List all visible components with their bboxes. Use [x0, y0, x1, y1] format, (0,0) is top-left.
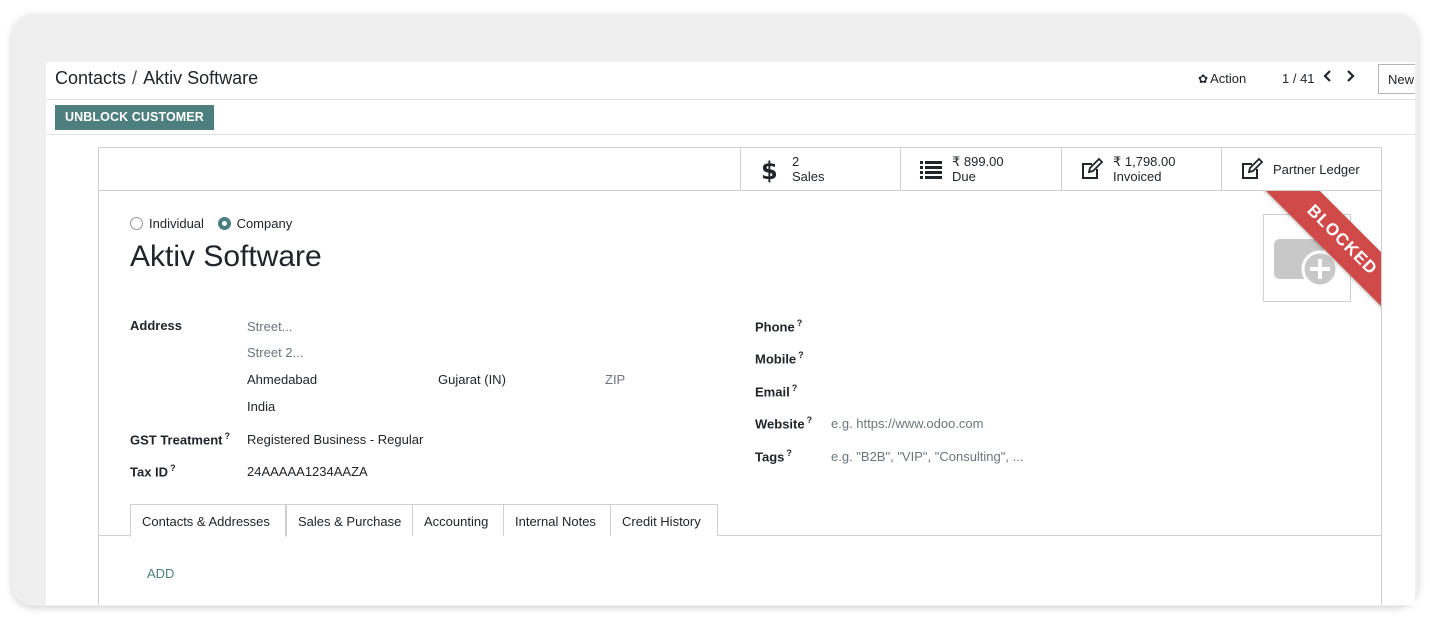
mobile-label: Mobile?	[755, 350, 804, 366]
add-contact-button[interactable]: ADD	[147, 566, 174, 581]
address-label: Address	[130, 318, 183, 333]
tab-accounting[interactable]: Accounting	[412, 504, 504, 536]
due-label: Due	[952, 169, 976, 184]
radio-checked-icon	[217, 217, 231, 230]
breadcrumb-current: Aktiv Software	[143, 68, 259, 88]
state-field[interactable]: Gujarat (IN)	[438, 372, 506, 387]
website-label-text: Website	[755, 416, 805, 432]
control-panel: Contacts / Aktiv Software ✿ Action 1 / 41 N…	[46, 62, 1415, 100]
gst-treatment-field[interactable]: Registered Business - Regular	[247, 432, 423, 447]
blocked-ribbon-label: BLOCKED	[1257, 191, 1381, 325]
radio-company[interactable]: Company	[217, 216, 303, 231]
action-label: Action	[1210, 71, 1247, 86]
due-amount: ₹ 899.00	[952, 154, 1004, 169]
tab-sales-purchase[interactable]: Sales & Purchase	[286, 504, 413, 536]
tab-credit-history[interactable]: Credit History	[610, 504, 718, 536]
email-label: Email?	[755, 383, 797, 399]
svg-text:$: $	[761, 157, 778, 183]
city-field[interactable]: Ahmedabad	[247, 372, 317, 387]
help-tooltip-icon[interactable]: ?	[792, 383, 798, 393]
sales-label: Sales	[792, 169, 825, 184]
tax-id-label-text: Tax ID	[130, 464, 169, 480]
list-icon	[919, 157, 943, 186]
breadcrumb: Contacts / Aktiv Software	[55, 68, 258, 89]
pager-next-button[interactable]	[1344, 68, 1356, 86]
smart-button-box: $ 2 Sales ₹ 899.00 Due ₹ 1,798.00 Invoic…	[99, 148, 1381, 191]
breadcrumb-contacts-link[interactable]: Contacts	[55, 68, 126, 88]
phone-label-text: Phone	[755, 319, 795, 335]
country-field[interactable]: India	[247, 399, 275, 414]
due-smart-button[interactable]: ₹ 899.00 Due	[900, 148, 1061, 191]
gst-treatment-label-text: GST Treatment	[130, 432, 223, 448]
tags-label-text: Tags	[755, 449, 785, 465]
help-tooltip-icon[interactable]: ?	[224, 431, 230, 441]
street2-field[interactable]: Street 2...	[247, 345, 303, 360]
tab-internal-notes[interactable]: Internal Notes	[503, 504, 611, 536]
invoiced-label: Invoiced	[1113, 169, 1162, 184]
radio-company-label: Company	[236, 216, 293, 231]
sales-smart-button[interactable]: $ 2 Sales	[740, 148, 901, 191]
app-window-frame: Contacts / Aktiv Software ✿ Action 1 / 41 N…	[12, 14, 1418, 606]
pager-value[interactable]: 1 / 41	[1282, 71, 1315, 86]
pencil-square-icon	[1240, 157, 1264, 186]
tab-contacts-addresses[interactable]: Contacts & Addresses	[130, 504, 286, 537]
website-field[interactable]: e.g. https://www.odoo.com	[831, 416, 983, 431]
breadcrumb-separator: /	[132, 68, 138, 88]
tags-label: Tags?	[755, 448, 792, 464]
partner-name-field[interactable]: Aktiv Software	[130, 240, 322, 274]
tax-id-label: Tax ID?	[130, 463, 176, 479]
phone-label: Phone?	[755, 318, 802, 334]
blocked-ribbon: BLOCKED	[1241, 191, 1381, 331]
pager-previous-button[interactable]	[1322, 68, 1334, 86]
new-button[interactable]: New	[1378, 64, 1415, 94]
form-view: Contacts / Aktiv Software ✿ Action 1 / 41 N…	[46, 62, 1415, 605]
partner-ledger-smart-button[interactable]: Partner Ledger	[1221, 148, 1381, 191]
chevron-left-icon	[1323, 70, 1331, 82]
street-field[interactable]: Street...	[247, 319, 293, 334]
gear-icon: ✿	[1198, 72, 1209, 86]
help-tooltip-icon[interactable]: ?	[170, 463, 176, 473]
partner-ledger-label: Partner Ledger	[1273, 162, 1360, 177]
action-menu-button[interactable]: ✿ Action	[1198, 71, 1246, 86]
chevron-right-icon	[1347, 70, 1355, 82]
email-label-text: Email	[755, 384, 790, 400]
invoiced-smart-button[interactable]: ₹ 1,798.00 Invoiced	[1061, 148, 1222, 191]
notebook-tabs: Contacts & Addresses Sales & Purchase Ac…	[99, 504, 1381, 537]
help-tooltip-icon[interactable]: ?	[797, 318, 803, 328]
radio-individual-label: Individual	[149, 216, 204, 231]
dollar-icon: $	[759, 157, 779, 188]
sales-count: 2	[792, 154, 800, 169]
tags-field[interactable]: e.g. "B2B", "VIP", "Consulting", ...	[831, 449, 1023, 464]
statusbar: UNBLOCK CUSTOMER	[46, 100, 1415, 135]
pencil-square-icon	[1080, 157, 1104, 186]
invoiced-amount: ₹ 1,798.00	[1113, 154, 1176, 169]
website-label: Website?	[755, 415, 812, 431]
radio-circle-icon	[130, 217, 143, 230]
help-tooltip-icon[interactable]: ?	[786, 448, 792, 458]
tax-id-field[interactable]: 24AAAAA1234AAZA	[247, 464, 368, 479]
mobile-label-text: Mobile	[755, 351, 797, 367]
form-sheet: $ 2 Sales ₹ 899.00 Due ₹ 1,798.00 Invoic…	[98, 147, 1382, 605]
company-type-selector: Individual Company	[130, 216, 302, 231]
gst-treatment-label: GST Treatment?	[130, 431, 230, 447]
zip-field[interactable]: ZIP	[605, 372, 625, 387]
unblock-customer-button[interactable]: UNBLOCK CUSTOMER	[55, 105, 214, 130]
help-tooltip-icon[interactable]: ?	[807, 415, 813, 425]
radio-individual[interactable]: Individual	[130, 216, 214, 231]
help-tooltip-icon[interactable]: ?	[798, 350, 804, 360]
